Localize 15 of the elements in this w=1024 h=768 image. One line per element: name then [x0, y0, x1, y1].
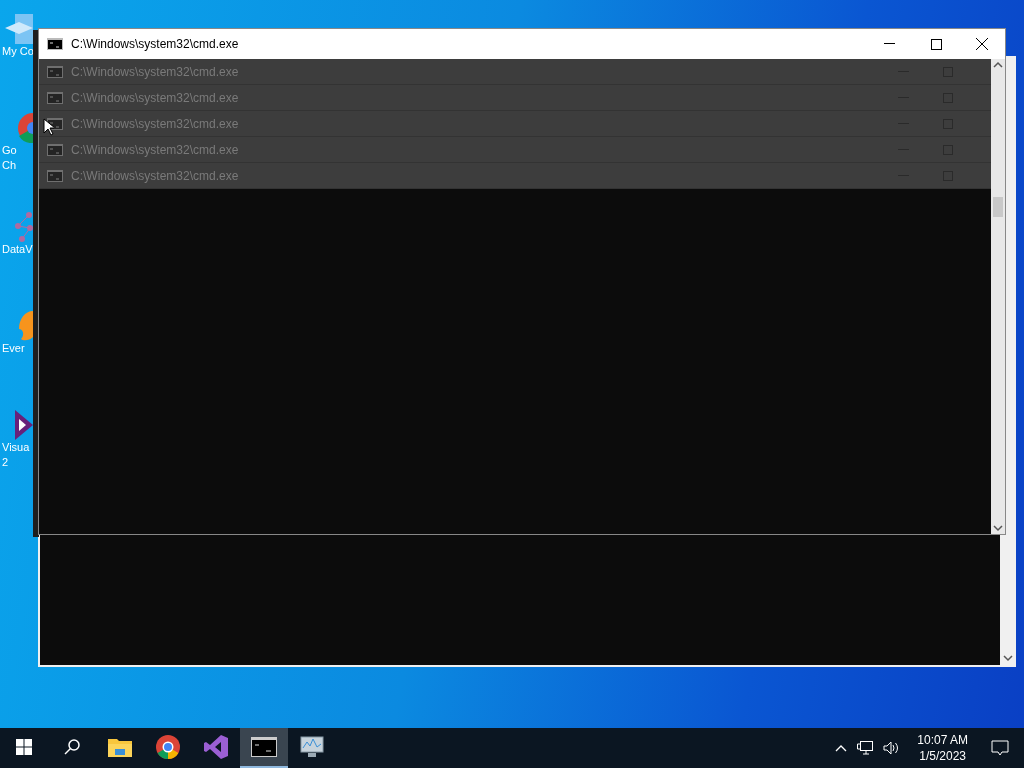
ghost-title: C:\Windows\system32\cmd.exe	[71, 63, 239, 81]
clock-time[interactable]: 10:07 AM	[917, 732, 968, 748]
icon-label[interactable]: Ch	[2, 158, 17, 173]
window-title: C:\Windows\system32\cmd.exe	[71, 36, 239, 53]
icon-label[interactable]: Ever	[2, 341, 25, 356]
icon-label[interactable]: DataV	[2, 242, 33, 257]
ghost-title: C:\Windows\system32\cmd.exe	[71, 141, 239, 159]
clock-date[interactable]: 1/5/2023	[919, 748, 966, 764]
icon-label[interactable]: My Co	[2, 44, 34, 59]
icon-label[interactable]: Go	[2, 143, 17, 158]
icon-label[interactable]: 2	[2, 455, 9, 470]
ghost-title: C:\Windows\system32\cmd.exe	[71, 167, 239, 185]
icon-label[interactable]: Visua	[2, 440, 30, 455]
ghost-title: C:\Windows\system32\cmd.exe	[71, 89, 239, 107]
ghost-title: C:\Windows\system32\cmd.exe	[71, 115, 239, 133]
